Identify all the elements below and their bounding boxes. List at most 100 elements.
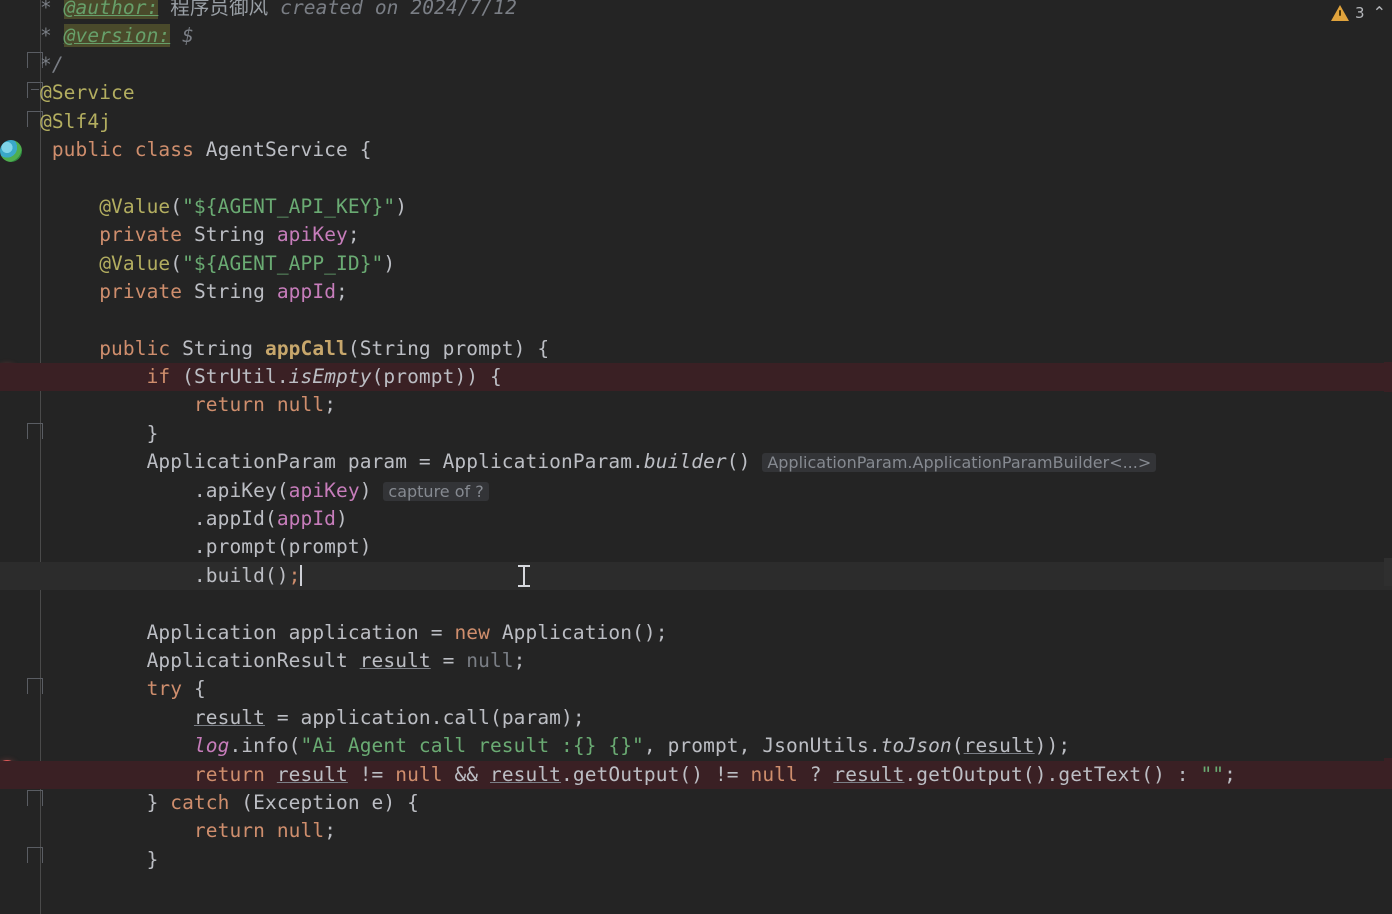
code-line[interactable]: @Value("${AGENT_API_KEY}") bbox=[0, 193, 1392, 221]
exception-var: e bbox=[371, 790, 384, 814]
var-type: Application bbox=[146, 620, 277, 644]
method-info: info bbox=[241, 734, 289, 758]
operator-equals: = bbox=[276, 705, 289, 729]
code-line[interactable]: } bbox=[0, 420, 1392, 448]
arg-param: param bbox=[501, 705, 562, 729]
class-jsonutils: JsonUtils bbox=[762, 734, 869, 758]
stripe-marker-breakpoint[interactable] bbox=[1384, 362, 1392, 392]
open-brace: { bbox=[407, 790, 419, 814]
code-line[interactable]: result = application.call(param); bbox=[0, 704, 1392, 732]
semicolon: ; bbox=[324, 819, 337, 843]
keyword-public: public bbox=[51, 137, 123, 161]
close-brace: } bbox=[146, 790, 159, 814]
annotation-service: @Service bbox=[40, 81, 135, 105]
code-line[interactable]: .prompt(prompt) bbox=[0, 533, 1392, 561]
literal-null: null bbox=[276, 393, 325, 417]
annotation-value-arg: "${AGENT_APP_ID}" bbox=[182, 251, 384, 275]
semicolon: ; bbox=[1224, 762, 1236, 786]
code-line-breakpoint[interactable]: if (StrUtil.isEmpty(prompt)) { bbox=[0, 363, 1392, 392]
code-line-blank[interactable] bbox=[0, 590, 1392, 618]
keyword-public: public bbox=[99, 336, 171, 360]
method-gettext: .getOutput().getText() bbox=[904, 762, 1165, 786]
var-result: result bbox=[276, 762, 348, 786]
var-result: result bbox=[489, 762, 562, 786]
inspection-widget[interactable]: 3 ⌃ bbox=[1331, 4, 1386, 22]
code-line[interactable]: } catch (Exception e) { bbox=[0, 789, 1392, 817]
obj-application: application bbox=[300, 705, 431, 729]
chevron-up-icon[interactable]: ⌃ bbox=[1373, 5, 1386, 21]
stripe-marker-caret[interactable] bbox=[1384, 558, 1392, 586]
operator-and: && bbox=[454, 762, 479, 786]
operator-ternary-colon: : bbox=[1176, 762, 1189, 786]
scrollbar-error-stripe[interactable] bbox=[1384, 0, 1392, 914]
keyword-try: try bbox=[146, 677, 183, 701]
code-line[interactable]: @Service bbox=[0, 79, 1392, 107]
code-line[interactable]: .appId(appId) bbox=[0, 505, 1392, 533]
code-line[interactable]: log.info("Ai Agent call result :{} {}", … bbox=[0, 732, 1392, 760]
operator-ne: != bbox=[714, 762, 739, 786]
code-line[interactable]: ApplicationResult result = null; bbox=[0, 647, 1392, 675]
inlay-hint-builder-type: ApplicationParam.ApplicationParamBuilder… bbox=[762, 453, 1157, 473]
code-line[interactable]: } bbox=[0, 846, 1392, 874]
code-editor[interactable]: * @author: 程序员御风 created on 2024/7/12 * … bbox=[0, 0, 1392, 914]
code-line[interactable]: private String appId; bbox=[0, 278, 1392, 306]
code-content[interactable]: * @author: 程序员御风 created on 2024/7/12 * … bbox=[0, 0, 1392, 903]
arg-appid: appId bbox=[276, 507, 337, 531]
code-line-breakpoint[interactable]: return result != null && result .getOutpu… bbox=[0, 760, 1392, 789]
code-line[interactable]: @Value("${AGENT_APP_ID}") bbox=[0, 250, 1392, 278]
brace: { bbox=[359, 137, 372, 161]
operator-equals: = bbox=[442, 648, 455, 672]
keyword-if: if bbox=[146, 365, 171, 389]
param-name: prompt bbox=[442, 336, 514, 360]
code-line[interactable]: private String apiKey; bbox=[0, 221, 1392, 249]
method-build: .build bbox=[193, 563, 265, 587]
code-line[interactable]: ApplicationParam param = ApplicationPara… bbox=[0, 448, 1392, 476]
arg-prompt: prompt bbox=[667, 734, 739, 758]
code-line[interactable]: */ bbox=[0, 51, 1392, 79]
javadoc-created-on: created on 2024/7/12 bbox=[280, 0, 517, 19]
class-applicationparam: ApplicationParam bbox=[442, 450, 633, 474]
method-tojson: toJson bbox=[880, 734, 952, 758]
code-line[interactable]: * @author: 程序员御风 created on 2024/7/12 bbox=[0, 0, 1392, 22]
code-line[interactable]: public class AgentService { bbox=[0, 136, 1392, 164]
code-line[interactable]: return null; bbox=[0, 817, 1392, 845]
operator-ne: != bbox=[359, 762, 384, 786]
keyword-catch: catch bbox=[170, 790, 230, 814]
close-brace: } bbox=[146, 847, 159, 871]
code-line[interactable]: * @version: $ bbox=[0, 22, 1392, 50]
field-type: String bbox=[193, 279, 265, 303]
keyword-new: new bbox=[454, 620, 490, 644]
code-line[interactable]: @Slf4j bbox=[0, 108, 1392, 136]
comment-close: */ bbox=[40, 52, 64, 76]
literal-null: null bbox=[466, 648, 514, 672]
javadoc-version-value: $ bbox=[182, 24, 194, 48]
code-line-blank[interactable] bbox=[0, 306, 1392, 334]
warning-triangle-icon bbox=[1331, 5, 1350, 21]
code-line[interactable]: return null; bbox=[0, 391, 1392, 419]
literal-null: null bbox=[395, 762, 443, 786]
code-line-current[interactable]: .build(); bbox=[0, 561, 1392, 591]
keyword-return: return bbox=[193, 819, 265, 843]
annotation-value: @Value bbox=[99, 251, 171, 275]
code-line[interactable]: public String appCall(String prompt) { bbox=[0, 335, 1392, 363]
keyword-return: return bbox=[193, 762, 265, 786]
var-type: ApplicationParam bbox=[146, 450, 337, 474]
annotation-value-arg: "${AGENT_API_KEY}" bbox=[182, 194, 396, 218]
class-strutil: StrUtil bbox=[193, 365, 277, 389]
method-builder: builder bbox=[643, 450, 727, 474]
code-line-blank[interactable] bbox=[0, 874, 1392, 902]
code-line[interactable]: .apiKey(apiKey) capture of ? bbox=[0, 477, 1392, 505]
code-line[interactable]: try { bbox=[0, 675, 1392, 703]
stripe-marker-breakpoint[interactable] bbox=[1384, 758, 1392, 788]
keyword-return: return bbox=[193, 393, 265, 417]
semicolon: ; bbox=[324, 393, 337, 417]
field-name-appid: appId bbox=[276, 279, 337, 303]
code-line[interactable]: Application application = new Applicatio… bbox=[0, 619, 1392, 647]
empty-string-literal: "" bbox=[1200, 762, 1225, 786]
semicolon: ; bbox=[347, 223, 360, 247]
inlay-hint-capture-of: capture of ? bbox=[383, 481, 489, 501]
exception-type: Exception bbox=[253, 790, 360, 814]
code-line-blank[interactable] bbox=[0, 164, 1392, 192]
field-name-apikey: apiKey bbox=[276, 223, 348, 247]
javadoc-version-tag: @version: bbox=[63, 24, 171, 48]
